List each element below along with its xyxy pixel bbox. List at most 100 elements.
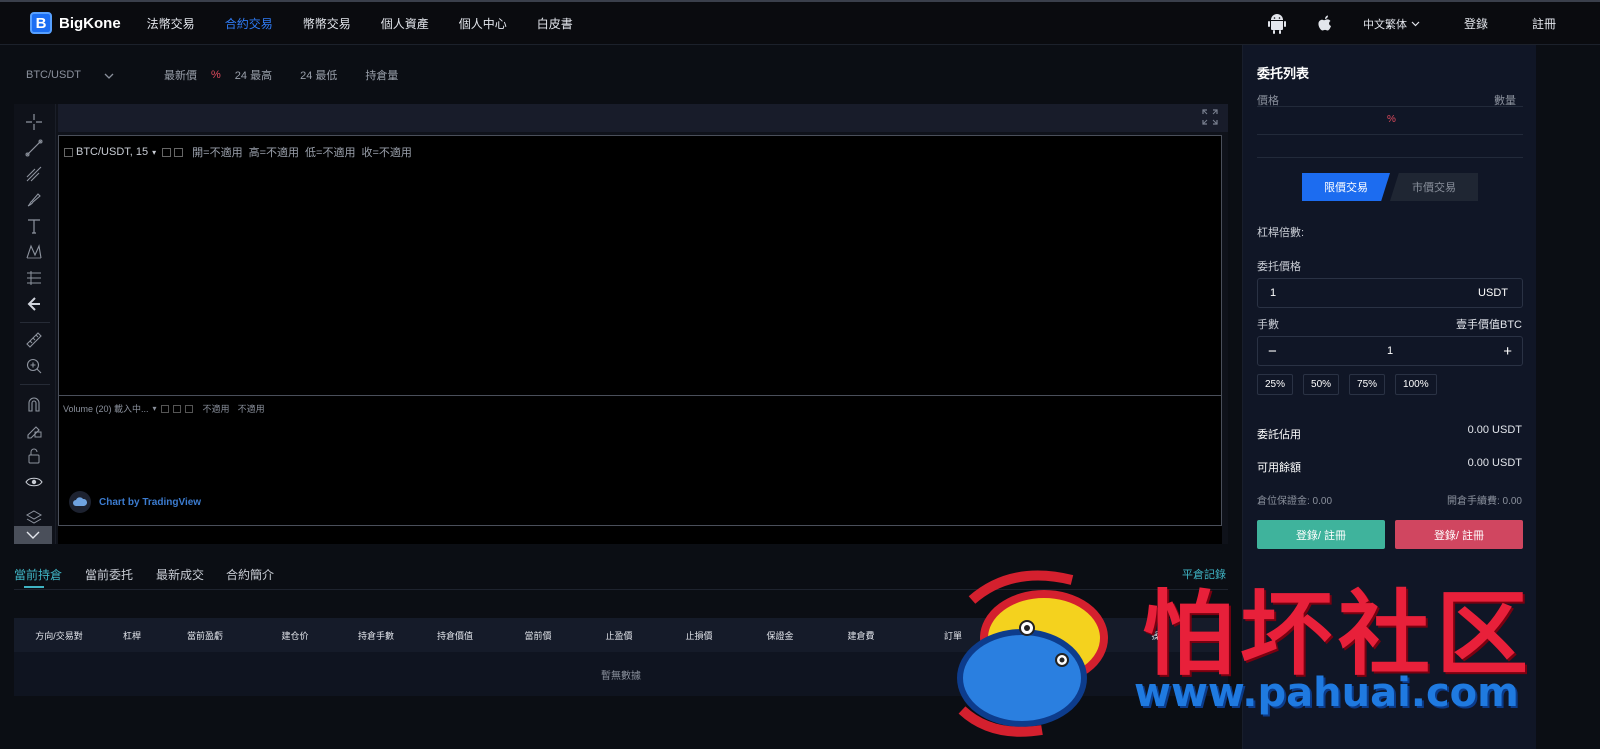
table-header-cell: 當前盈虧	[186, 630, 223, 641]
magnet-icon[interactable]	[24, 394, 44, 414]
tab-current-orders[interactable]: 當前委托	[85, 566, 133, 583]
divider	[1257, 106, 1523, 107]
ticker-bar: BTC/USDT 最新價 % 24 最高 24 最低 持倉量	[26, 64, 412, 86]
order-price-value: 1	[1270, 287, 1277, 299]
lock-drawing-icon[interactable]	[24, 420, 44, 440]
language-selector[interactable]: 中文繁体	[1363, 16, 1420, 32]
drawing-toolbar	[14, 104, 56, 544]
trade-type-tabs: 限價交易 市價交易	[1302, 173, 1478, 201]
nav-item-contract[interactable]: 合約交易	[225, 15, 273, 32]
increment-button[interactable]: +	[1503, 343, 1512, 360]
order-panel: 委托列表 價格 數量 % 限價交易 市價交易 杠桿倍數: 委托價格 1 USDT…	[1242, 45, 1536, 749]
hide-small-icon[interactable]	[172, 404, 181, 413]
caret-down-icon[interactable]: ▾	[153, 404, 157, 413]
divider	[1257, 134, 1523, 135]
nav-right: 中文繁体 登錄 註冊	[1267, 2, 1600, 45]
lot-value-label: 壹手價值BTC	[1456, 319, 1522, 331]
top-navbar: B BigKone 法幣交易 合約交易 幣幣交易 個人資產 個人中心 白皮書 中…	[0, 0, 1600, 45]
ruler-icon[interactable]	[24, 330, 44, 350]
sell-login-button[interactable]: 登錄/ 註冊	[1395, 520, 1523, 549]
panel-title: 委托列表	[1257, 66, 1310, 81]
lots-value[interactable]: 1	[1258, 345, 1522, 357]
pitchfork-icon[interactable]	[24, 164, 44, 184]
ohlc-high: 高=不適用	[248, 147, 300, 159]
nav-item-assets[interactable]: 個人資產	[381, 15, 429, 32]
table-header-cell: 操	[1151, 630, 1161, 641]
volume-label[interactable]: Volume (20) 載入中...	[63, 402, 149, 415]
zoom-in-icon[interactable]	[24, 356, 44, 376]
close-small-icon[interactable]	[184, 404, 193, 413]
eye-icon[interactable]	[24, 472, 44, 492]
open-interest-label: 持倉量	[365, 70, 399, 82]
lots-stepper[interactable]: − 1 +	[1257, 336, 1523, 366]
ohlc-open: 開=不適用	[192, 147, 243, 159]
positions-table-body: 暫無數據	[14, 652, 1228, 696]
login-link[interactable]: 登錄	[1464, 15, 1488, 32]
unlock-icon[interactable]	[24, 446, 44, 466]
logo-icon: B	[30, 12, 52, 34]
nav-item-spot[interactable]: 幣幣交易	[303, 15, 351, 32]
tab-market-trade[interactable]: 市價交易	[1390, 173, 1478, 201]
tradingview-badge[interactable]: Chart by TradingView	[69, 491, 201, 513]
logo-text: BigKone	[59, 14, 121, 32]
orderbook-change-percent: %	[1387, 114, 1396, 125]
close-records-link[interactable]: 平倉記錄	[1182, 566, 1226, 582]
collapse-icon[interactable]	[64, 147, 73, 157]
leverage-label: 杠桿倍數:	[1257, 227, 1305, 239]
percent-25-button[interactable]: 25%	[1257, 374, 1294, 395]
percent-100-button[interactable]: 100%	[1395, 374, 1437, 395]
order-price-input[interactable]: 1 USDT	[1257, 278, 1523, 308]
apple-icon[interactable]	[1315, 14, 1335, 34]
nav-item-whitepaper[interactable]: 白皮書	[537, 15, 573, 32]
register-link[interactable]: 註冊	[1532, 15, 1556, 32]
tradingview-cloud-icon	[69, 491, 91, 513]
toolbar-divider	[20, 322, 50, 323]
percent-50-button[interactable]: 50%	[1303, 374, 1340, 395]
buy-login-button[interactable]: 登錄/ 註冊	[1257, 520, 1385, 549]
settings-small-icon[interactable]	[160, 404, 169, 413]
chevron-down-icon[interactable]	[104, 68, 114, 82]
volume-pane[interactable]: Volume (20) 載入中... ▾ 不適用 不適用 Chart by Tr…	[58, 395, 1222, 526]
logo[interactable]: B BigKone	[30, 12, 121, 34]
pattern-icon[interactable]	[24, 242, 44, 262]
tab-contract-info[interactable]: 合約簡介	[226, 566, 274, 583]
chart-symbol[interactable]: BTC/USDT, 15	[76, 146, 148, 158]
settings-small-icon[interactable]	[162, 147, 172, 157]
crosshair-icon[interactable]	[24, 112, 44, 132]
margin-label: 倉位保證金: 0.00	[1257, 496, 1333, 507]
percent-buttons: 25% 50% 75% 100%	[1257, 374, 1437, 395]
tab-current-positions[interactable]: 當前持倉	[14, 566, 62, 583]
caret-down-icon[interactable]: ▾	[152, 148, 156, 157]
arrow-left-icon[interactable]	[24, 294, 44, 314]
chevron-down-icon[interactable]	[14, 526, 52, 544]
nav-item-fiat[interactable]: 法幣交易	[147, 15, 195, 32]
price-chart-pane[interactable]: BTC/USDT, 15 ▾ 開=不適用 高=不適用 低=不適用 收=不適用	[58, 135, 1222, 395]
text-tool-icon[interactable]	[24, 216, 44, 236]
percent-75-button[interactable]: 75%	[1349, 374, 1386, 395]
available-label: 可用餘額	[1257, 462, 1301, 474]
ohlc-low: 低=不適用	[305, 147, 356, 159]
empty-state: 暫無數據	[601, 670, 641, 682]
table-header-cell: 訂單	[943, 630, 962, 641]
occupied-label: 委託佔用	[1257, 429, 1301, 441]
fullscreen-icon[interactable]	[1202, 109, 1220, 127]
low-24h-label: 24 最低	[300, 70, 338, 82]
chevron-down-icon	[1411, 21, 1420, 26]
android-icon[interactable]	[1267, 13, 1287, 34]
tab-limit-trade[interactable]: 限價交易	[1302, 173, 1390, 201]
tab-latest-trades[interactable]: 最新成交	[156, 566, 204, 583]
layers-icon[interactable]	[24, 508, 44, 528]
hide-small-icon[interactable]	[174, 147, 184, 157]
prediction-icon[interactable]	[24, 268, 44, 288]
table-header-cell: 持倉手數	[357, 630, 394, 641]
pair-selector[interactable]: BTC/USDT	[26, 69, 104, 81]
table-header-cell: 杠桿	[122, 630, 141, 641]
nav-item-profile[interactable]: 個人中心	[459, 15, 507, 32]
table-header-cell: 止盈價	[605, 630, 633, 641]
order-price-unit: USDT	[1478, 287, 1508, 299]
positions-table-header: 方向/交易對 杠桿 當前盈虧 建仓价 持倉手數 持倉價值 當前價 止盈價 止損價…	[14, 618, 1228, 652]
brush-icon[interactable]	[24, 190, 44, 210]
trend-line-icon[interactable]	[24, 138, 44, 158]
chart-container: BTC/USDT, 15 ▾ 開=不適用 高=不適用 低=不適用 收=不適用 V…	[14, 104, 1228, 544]
change-percent: %	[211, 69, 221, 81]
